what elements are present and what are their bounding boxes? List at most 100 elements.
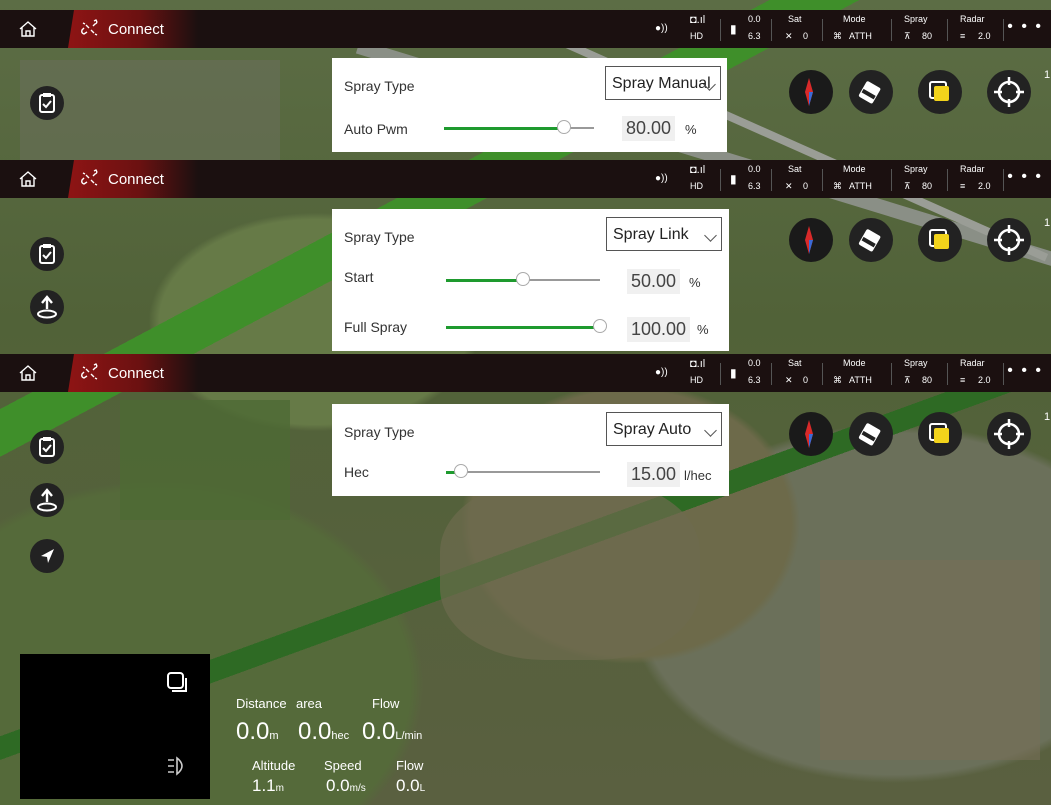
slider-knob[interactable] <box>593 319 607 333</box>
spray-type-value: Spray Link <box>613 226 689 243</box>
broken-link-icon <box>81 169 98 186</box>
locate-button[interactable] <box>987 70 1031 114</box>
speed-value: 0.0m/s <box>326 776 366 795</box>
layer-button[interactable] <box>918 412 962 456</box>
spray-settings-panel: Spray Type Spray Manual Auto Pwm 80.00 % <box>332 58 727 152</box>
distance-label: Distance <box>236 696 287 711</box>
layer-button[interactable] <box>918 70 962 114</box>
battery-icon: ▮ <box>730 172 737 186</box>
spray-value: 80 <box>922 181 933 191</box>
drone-icon: ⌘ <box>833 375 842 385</box>
auto-pwm-unit: % <box>685 122 697 137</box>
more-menu-icon[interactable]: • • • <box>1007 18 1043 36</box>
park-area <box>440 480 700 660</box>
radar-icon: ≡ <box>960 375 966 385</box>
auto-pwm-slider[interactable] <box>444 120 594 134</box>
crosshair-icon <box>994 77 1024 107</box>
compass-button[interactable] <box>789 412 833 456</box>
spray-type-dropdown[interactable]: Spray Auto <box>606 412 722 446</box>
mission-button[interactable] <box>30 86 64 120</box>
spray-type-dropdown[interactable]: Spray Manual <box>605 66 721 100</box>
start-value[interactable]: 50.00 <box>627 269 681 294</box>
drone-icon: ⌘ <box>833 181 842 191</box>
more-menu-icon[interactable]: • • • <box>1007 362 1043 380</box>
mission-button[interactable] <box>30 237 64 271</box>
more-menu-icon[interactable]: • • • <box>1007 168 1043 186</box>
flow-label: Flow <box>372 696 400 711</box>
satellite-icon: ✕ <box>785 31 793 41</box>
radar-value: 2.0 <box>978 31 991 41</box>
speed-label: Speed <box>324 758 362 773</box>
slider-knob[interactable] <box>454 464 469 478</box>
spray-type-value: Spray Auto <box>613 421 692 438</box>
compass-button[interactable] <box>789 70 833 114</box>
mode-value: ATTH <box>849 375 872 385</box>
flow-total-value: 0.0L <box>396 776 426 795</box>
crosshair-icon <box>994 419 1024 449</box>
compass-button[interactable] <box>789 218 833 262</box>
takeoff-icon <box>37 295 57 319</box>
edge-label: 1 <box>1044 217 1051 229</box>
auto-pwm-label: Auto Pwm <box>344 121 408 137</box>
hec-label: Hec <box>344 464 369 480</box>
spray-icon: ⊼ <box>904 375 911 385</box>
status-bar: Connect ●)) ◘.ıl HD ▮ 0.0 6.3 Sat ✕ 0 Mo… <box>0 354 1051 392</box>
connect-button[interactable]: Connect <box>68 160 198 198</box>
altitude-label: Altitude <box>252 758 296 773</box>
battery-top-value: 0.0 <box>748 358 761 368</box>
headlight-icon[interactable] <box>165 754 189 778</box>
eraser-button[interactable] <box>849 412 893 456</box>
home-icon[interactable] <box>18 363 38 383</box>
hec-value[interactable]: 15.00 <box>627 462 681 487</box>
eraser-icon <box>858 81 881 104</box>
broken-link-icon <box>81 363 98 380</box>
takeoff-button[interactable] <box>30 290 64 324</box>
window-switch-icon[interactable] <box>165 670 189 694</box>
full-spray-label: Full Spray <box>344 319 408 335</box>
layer-button[interactable] <box>918 218 962 262</box>
locate-button[interactable] <box>987 218 1031 262</box>
spray-type-dropdown[interactable]: Spray Link <box>606 217 722 251</box>
slider-knob[interactable] <box>557 120 571 134</box>
eraser-icon <box>858 423 881 446</box>
eraser-button[interactable] <box>849 218 893 262</box>
battery-icon: ▮ <box>730 22 737 36</box>
takeoff-button[interactable] <box>30 483 64 517</box>
connect-button[interactable]: Connect <box>68 354 198 392</box>
compass-icon <box>805 226 813 254</box>
home-icon[interactable] <box>18 169 38 189</box>
eraser-button[interactable] <box>849 70 893 114</box>
start-slider[interactable] <box>446 272 600 286</box>
home-icon[interactable] <box>18 19 38 39</box>
connect-button[interactable]: Connect <box>68 10 198 48</box>
hec-slider[interactable] <box>446 464 600 478</box>
navigate-button[interactable] <box>30 539 64 573</box>
slider-knob[interactable] <box>516 272 530 286</box>
camera-preview[interactable] <box>20 654 210 799</box>
altitude-value: 1.1m <box>252 776 284 795</box>
flow-value: 0.0L/min <box>362 718 423 745</box>
sat-value: 0 <box>803 31 809 41</box>
sat-label: Sat <box>788 358 802 368</box>
spray-label: Spray <box>904 14 928 24</box>
slider-fill <box>444 127 564 130</box>
mission-button[interactable] <box>30 430 64 464</box>
auto-pwm-value[interactable]: 80.00 <box>622 116 676 141</box>
spray-label: Spray <box>904 358 928 368</box>
radar-label: Radar <box>960 14 985 24</box>
full-spray-unit: % <box>697 322 709 337</box>
remote-icon: ◘.ıl <box>690 14 706 26</box>
mode-label: Mode <box>843 358 866 368</box>
locate-button[interactable] <box>987 412 1031 456</box>
radar-icon: ≡ <box>960 31 966 41</box>
area-label: area <box>296 696 323 711</box>
spray-type-label: Spray Type <box>344 78 415 94</box>
spray-type-value: Spray Manual <box>612 75 711 92</box>
spray-value: 80 <box>922 31 933 41</box>
spray-settings-panel: Spray Type Spray Link Start 50.00 % Full… <box>332 209 729 351</box>
connect-label: Connect <box>108 365 164 382</box>
full-spray-slider[interactable] <box>446 319 607 333</box>
start-label: Start <box>344 269 374 285</box>
chevron-down-icon <box>704 424 717 437</box>
full-spray-value[interactable]: 100.00 <box>627 317 691 342</box>
